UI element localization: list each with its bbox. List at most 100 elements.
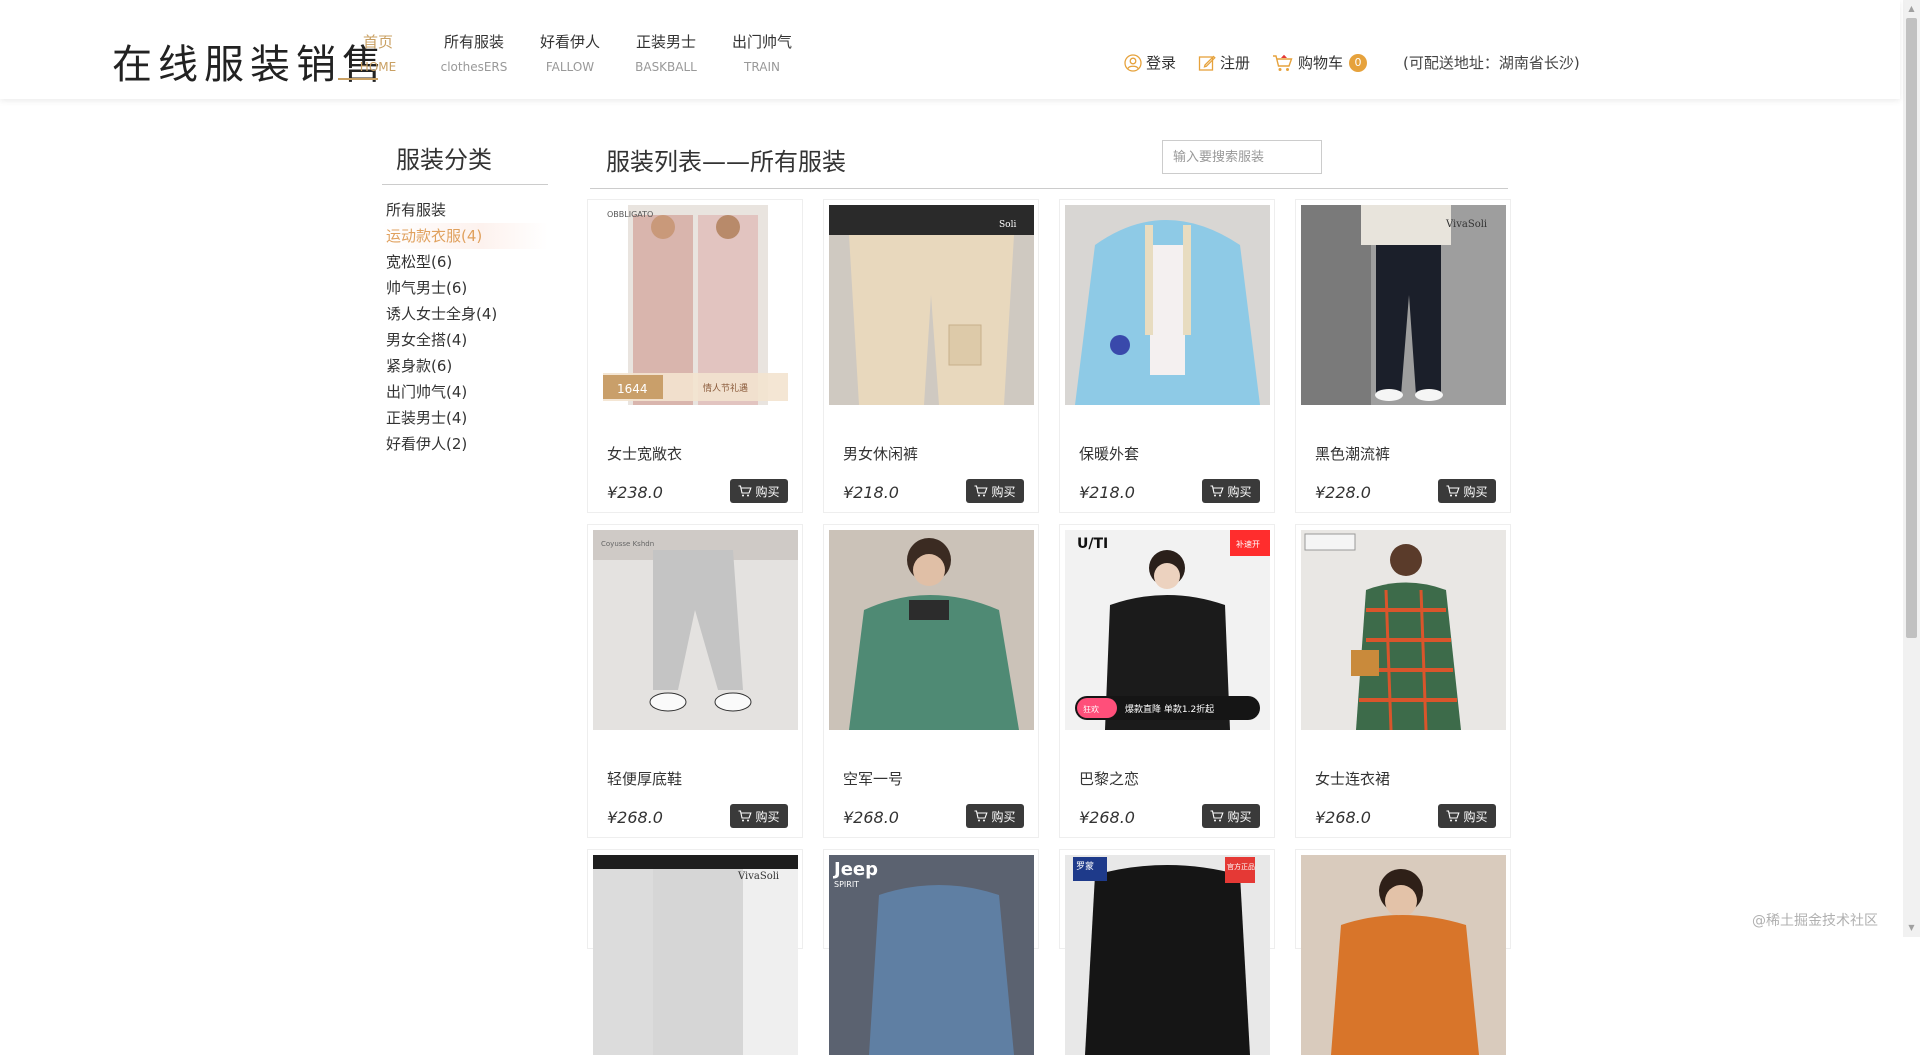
product-price: ¥268.0 <box>1079 808 1135 827</box>
register-link[interactable]: 注册 <box>1198 52 1250 73</box>
product-name[interactable]: 保暖外套 <box>1079 443 1139 464</box>
shopping-cart-icon <box>1273 54 1293 71</box>
category-item[interactable]: 紧身款(6) <box>382 353 548 379</box>
page-title: 服装列表——所有服装 <box>606 148 846 176</box>
buy-label: 购买 <box>755 484 780 499</box>
cart-icon <box>974 810 989 822</box>
product-card: 保暖外套 ¥218.0 购买 <box>1059 199 1275 513</box>
scroll-up-arrow-icon[interactable]: ▲ <box>1906 3 1917 15</box>
svg-text:Jeep: Jeep <box>832 859 878 880</box>
nav-item-home[interactable]: 首页 HOME <box>330 32 426 80</box>
nav-label: 正装男士 <box>635 33 696 51</box>
product-card: VivaSoli <box>587 849 803 1055</box>
svg-text:狂欢: 狂欢 <box>1083 704 1099 714</box>
product-name[interactable]: 女士宽敞衣 <box>607 443 682 464</box>
nav-label: 所有服装 <box>443 33 504 51</box>
product-name[interactable]: 巴黎之恋 <box>1079 768 1139 789</box>
cart-icon <box>974 485 989 497</box>
product-image[interactable]: VivaSoli <box>593 855 798 1055</box>
category-item[interactable]: 诱人女士全身(4) <box>382 301 548 327</box>
category-item[interactable]: 出门帅气(4) <box>382 379 548 405</box>
product-image[interactable]: OBBLIGATO 1644 情人节礼遇 <box>593 205 798 405</box>
product-card: Jeep SPIRIT <box>823 849 1039 1055</box>
login-label: 登录 <box>1146 54 1177 72</box>
nav-item-going-out[interactable]: 出门帅气 TRAIN <box>714 32 810 77</box>
product-name[interactable]: 空军一号 <box>843 768 903 789</box>
buy-button[interactable]: 购买 <box>966 804 1024 828</box>
nav-item-formal-men[interactable]: 正装男士 BASKBALL <box>618 32 714 77</box>
svg-text:OBBLIGATO: OBBLIGATO <box>607 210 653 219</box>
product-name[interactable]: 黑色潮流裤 <box>1315 443 1390 464</box>
main-nav: 首页 HOME 所有服装 clothesERS 好看伊人 FALLOW 正装男士… <box>330 32 810 80</box>
scroll-down-arrow-icon[interactable]: ▼ <box>1906 922 1917 934</box>
category-list: 所有服装 运动款衣服(4) 宽松型(6) 帅气男士(6) 诱人女士全身(4) 男… <box>382 197 548 457</box>
svg-text:SPIRIT: SPIRIT <box>834 880 859 889</box>
search-input[interactable] <box>1162 140 1322 174</box>
cart-icon <box>1210 810 1225 822</box>
product-image[interactable] <box>1301 855 1506 1055</box>
product-image[interactable] <box>1301 530 1506 730</box>
nav-label: 首页 <box>362 33 393 51</box>
product-name[interactable]: 女士连衣裙 <box>1315 768 1390 789</box>
buy-button[interactable]: 购买 <box>1438 479 1496 503</box>
product-card: 空军一号 ¥268.0 购买 <box>823 524 1039 838</box>
cart-icon <box>1446 810 1461 822</box>
product-price: ¥268.0 <box>843 808 899 827</box>
product-price: ¥268.0 <box>1315 808 1371 827</box>
svg-text:Coyusse Kshdn: Coyusse Kshdn <box>601 540 654 548</box>
product-image[interactable]: Jeep SPIRIT <box>829 855 1034 1055</box>
buy-button[interactable]: 购买 <box>1202 804 1260 828</box>
category-item[interactable]: 所有服装 <box>382 197 548 223</box>
product-price: ¥218.0 <box>843 483 899 502</box>
buy-button[interactable]: 购买 <box>730 804 788 828</box>
buy-button[interactable]: 购买 <box>730 479 788 503</box>
nav-sublabel: HOME <box>359 60 397 74</box>
cart-icon <box>1446 485 1461 497</box>
nav-sublabel: BASKBALL <box>635 60 697 74</box>
svg-text:情人节礼遇: 情人节礼遇 <box>703 382 748 394</box>
svg-text:Soli: Soli <box>999 220 1016 230</box>
cart-label: 购物车 <box>1298 54 1344 72</box>
product-card: VivaSoli 黑色潮流裤 ¥228.0 购买 <box>1295 199 1511 513</box>
product-card: U/TI 补速开 狂欢 爆款直降 单款1.2折起 巴黎之恋 ¥268.0 购买 <box>1059 524 1275 838</box>
svg-text:罗蒙: 罗蒙 <box>1076 860 1094 872</box>
category-item[interactable]: 帅气男士(6) <box>382 275 548 301</box>
shipping-address: (可配送地址：湖南省长沙) <box>1403 54 1580 72</box>
watermark: @稀土掘金技术社区 <box>1752 913 1878 929</box>
register-label: 注册 <box>1220 54 1251 72</box>
nav-sublabel: TRAIN <box>744 60 780 74</box>
product-image[interactable]: VivaSoli <box>1301 205 1506 405</box>
category-item[interactable]: 好看伊人(2) <box>382 431 548 457</box>
product-list-header: 服装列表——所有服装 <box>590 140 1508 189</box>
product-image[interactable]: 罗蒙 官方正品 <box>1065 855 1270 1055</box>
edit-icon <box>1198 55 1216 71</box>
product-image[interactable] <box>1065 205 1270 405</box>
product-name[interactable]: 轻便厚底鞋 <box>607 768 682 789</box>
buy-label: 购买 <box>755 809 780 824</box>
nav-sublabel: FALLOW <box>545 60 595 74</box>
category-item[interactable]: 宽松型(6) <box>382 249 548 275</box>
login-link[interactable]: 登录 <box>1124 52 1176 73</box>
product-image[interactable]: Coyusse Kshdn <box>593 530 798 730</box>
nav-item-all-clothes[interactable]: 所有服装 clothesERS <box>426 32 522 77</box>
product-image[interactable]: U/TI 补速开 狂欢 爆款直降 单款1.2折起 <box>1065 530 1270 730</box>
svg-text:VivaSoli: VivaSoli <box>737 871 779 882</box>
buy-button[interactable]: 购买 <box>1438 804 1496 828</box>
product-name[interactable]: 男女休闲裤 <box>843 443 918 464</box>
buy-button[interactable]: 购买 <box>966 479 1024 503</box>
product-card: 罗蒙 官方正品 <box>1059 849 1275 1055</box>
buy-label: 购买 <box>1227 484 1252 499</box>
scrollbar-thumb[interactable] <box>1906 18 1917 638</box>
product-image[interactable] <box>829 530 1034 730</box>
product-image[interactable]: Soli <box>829 205 1034 405</box>
nav-item-pretty-women[interactable]: 好看伊人 FALLOW <box>522 32 618 77</box>
cart-link[interactable]: 购物车 0 <box>1272 52 1368 73</box>
buy-button[interactable]: 购买 <box>1202 479 1260 503</box>
product-card <box>1295 849 1511 1055</box>
svg-text:VivaSoli: VivaSoli <box>1445 219 1487 230</box>
category-item[interactable]: 男女全搭(4) <box>382 327 548 353</box>
category-item-active[interactable]: 运动款衣服(4) <box>382 223 548 249</box>
category-item[interactable]: 正装男士(4) <box>382 405 548 431</box>
cart-icon <box>738 485 753 497</box>
sidebar-title: 服装分类 <box>382 140 548 185</box>
